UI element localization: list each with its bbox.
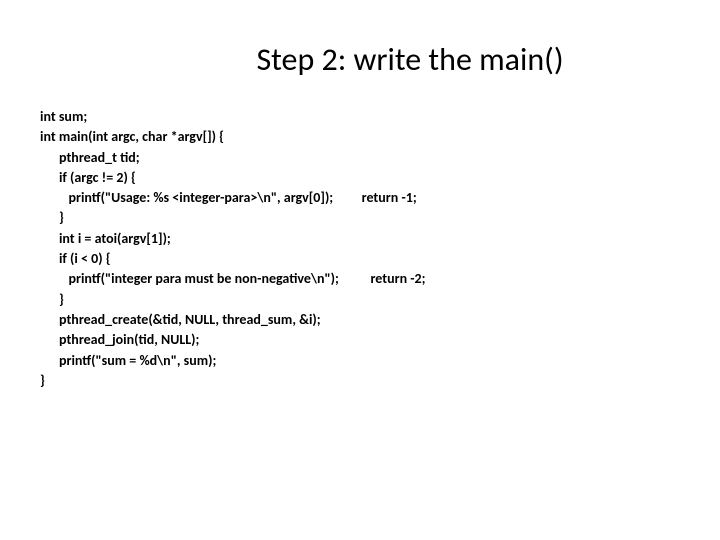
code-line: printf("sum = %d\n", sum); — [40, 352, 216, 369]
code-line: pthread_join(tid, NULL); — [40, 331, 199, 348]
code-line: } — [40, 372, 45, 389]
code-line: printf("integer para must be non-negativ… — [40, 270, 426, 287]
code-line: if (argc != 2) { — [40, 169, 136, 186]
code-line: } — [40, 209, 64, 226]
code-line: pthread_create(&tid, NULL, thread_sum, &… — [40, 311, 321, 328]
code-line: int i = atoi(argv[1]); — [40, 230, 171, 247]
code-line: pthread_t tid; — [40, 149, 140, 166]
code-line: int sum; — [40, 108, 87, 125]
code-line: if (i < 0) { — [40, 250, 111, 267]
code-block: int sum; int main(int argc, char *argv[]… — [40, 107, 680, 391]
slide-title: Step 2: write the main() — [40, 40, 680, 79]
slide-container: Step 2: write the main() int sum; int ma… — [0, 0, 720, 540]
code-line: int main(int argc, char *argv[]) { — [40, 128, 224, 145]
code-line: } — [40, 291, 64, 308]
code-line: printf("Usage: %s <integer-para>\n", arg… — [40, 189, 417, 206]
